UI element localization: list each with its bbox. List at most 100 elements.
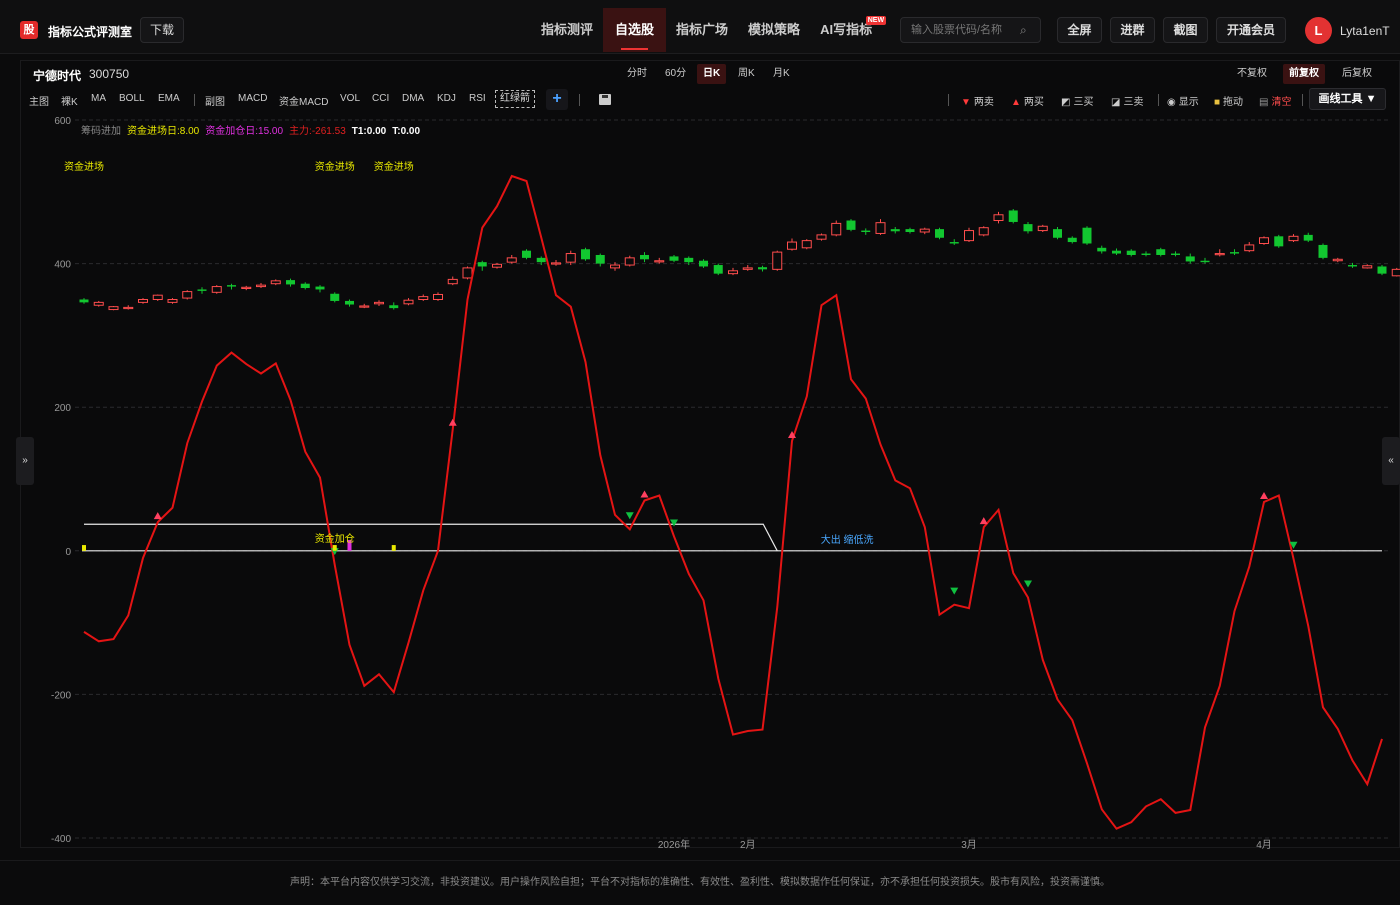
candle-body xyxy=(1112,250,1121,254)
candle-body xyxy=(581,249,590,260)
candle-body xyxy=(1318,244,1328,258)
event-label: 资金进场 xyxy=(64,160,104,173)
candle-body xyxy=(123,306,134,310)
expand-right-panel-button[interactable]: « xyxy=(1382,437,1400,485)
candle-body xyxy=(1037,225,1048,232)
candle-body xyxy=(758,267,767,270)
candle-body xyxy=(433,293,443,300)
event-label: 大出 缩低洗 xyxy=(821,533,874,546)
candle-body xyxy=(610,264,620,269)
candle-body xyxy=(699,260,708,267)
candle-body xyxy=(477,262,487,267)
sell-signal-marker xyxy=(1024,580,1032,588)
y-tick-label: -400 xyxy=(51,834,71,845)
candle-body xyxy=(861,230,871,233)
candle-body xyxy=(1230,252,1239,254)
candle-body xyxy=(447,278,458,285)
buy-signal-marker xyxy=(979,517,988,525)
x-tick-label: 2026年 xyxy=(658,838,690,851)
y-tick-label: -200 xyxy=(51,690,71,701)
candle-body xyxy=(1348,265,1357,267)
candle-body xyxy=(654,260,665,263)
candle-body xyxy=(389,305,399,309)
candle-body xyxy=(1126,250,1136,255)
candle-body xyxy=(79,299,89,303)
candle-body xyxy=(359,305,370,308)
candle-body xyxy=(1214,253,1225,256)
candle-body xyxy=(993,214,1004,222)
fund-bar xyxy=(332,545,337,551)
y-tick-label: 600 xyxy=(54,116,71,127)
candle-body xyxy=(684,257,694,263)
candle-body xyxy=(1332,258,1343,262)
candle-body xyxy=(1171,253,1180,255)
candle-body xyxy=(241,286,252,289)
x-tick-label: 4月 xyxy=(1256,839,1272,851)
candle-body xyxy=(728,270,738,275)
candle-body xyxy=(256,284,266,288)
candle-body xyxy=(742,267,753,270)
candle-body xyxy=(506,257,517,263)
candle-body xyxy=(801,240,812,249)
candle-body xyxy=(152,294,163,300)
buy-signal-marker xyxy=(640,490,649,498)
candle-body xyxy=(108,306,119,311)
expand-left-panel-button[interactable]: » xyxy=(16,437,34,485)
candle-body xyxy=(640,254,649,260)
candle-body xyxy=(330,293,340,301)
candle-body xyxy=(1391,268,1400,277)
disclaimer-footer: 声明：本平台内容仅供学习交流，非投资建议。用户操作风险自担；平台不对指标的准确性… xyxy=(0,860,1400,900)
candle-body xyxy=(565,253,576,263)
candle-body xyxy=(1023,224,1033,232)
candle-body xyxy=(182,291,193,299)
candle-body xyxy=(93,301,104,306)
fund-bar xyxy=(391,545,396,551)
candle-body xyxy=(669,256,679,261)
candle-body xyxy=(1377,266,1387,274)
candle-body xyxy=(300,283,310,289)
x-tick-label: 2月 xyxy=(740,839,756,851)
reference-line xyxy=(84,523,778,552)
candle-body xyxy=(787,241,797,250)
candle-body xyxy=(1200,260,1210,263)
buy-signal-marker xyxy=(1260,491,1268,499)
fund-bar xyxy=(82,545,86,551)
candle-body xyxy=(1274,236,1284,247)
event-label: 资金进场 xyxy=(374,160,414,173)
candle-body xyxy=(905,229,915,233)
candle-body xyxy=(831,222,842,236)
candle-body xyxy=(816,234,827,240)
candle-body xyxy=(1259,237,1269,244)
sell-signal-marker xyxy=(950,587,959,595)
candle-body xyxy=(713,265,723,274)
candle-body xyxy=(345,300,354,305)
candle-body xyxy=(551,262,561,265)
candle-body xyxy=(1067,237,1077,243)
buy-signal-marker xyxy=(448,418,457,426)
candle-body xyxy=(1053,229,1062,238)
candle-body xyxy=(1141,253,1151,255)
candle-body xyxy=(624,257,635,266)
candle-body xyxy=(978,227,989,236)
candle-body xyxy=(522,250,531,258)
candle-body xyxy=(418,296,429,300)
candle-body xyxy=(315,286,325,290)
candle-body xyxy=(1097,247,1107,252)
candle-body xyxy=(211,286,222,293)
candle-body xyxy=(197,289,207,291)
candle-body xyxy=(1008,210,1018,222)
kline-chart[interactable]: 600 400 200 0 -200 -400 2026年 2月 3月 4月 资金进场 资金进场 资金进… xyxy=(0,0,1400,900)
candle-body xyxy=(919,228,930,233)
candle-body xyxy=(227,285,236,287)
y-tick-label: 0 xyxy=(65,547,71,558)
candle-body xyxy=(890,229,900,232)
candle-body xyxy=(964,230,974,242)
candle-body xyxy=(462,267,473,279)
candle-body xyxy=(595,254,605,264)
candle-body xyxy=(536,257,546,263)
x-tick-label: 3月 xyxy=(961,839,977,851)
candle-body xyxy=(1156,249,1166,255)
candle-body xyxy=(270,280,281,285)
candle-body xyxy=(167,299,178,303)
candle-body xyxy=(935,229,944,238)
